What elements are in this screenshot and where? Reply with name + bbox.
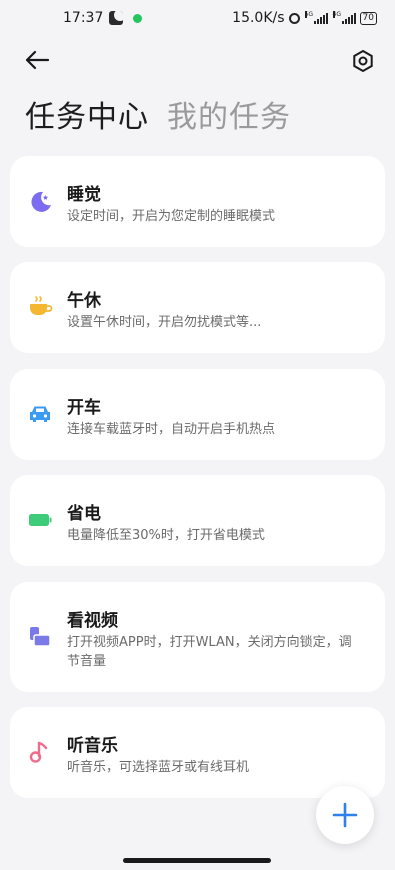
- status-bar: 17:37 15.0K/s 5G 4G 70: [0, 0, 395, 38]
- task-title: 午休: [67, 291, 101, 311]
- plus-icon: [332, 802, 358, 828]
- task-title: 看视频: [67, 611, 118, 631]
- status-right: 15.0K/s 5G 4G 70: [232, 10, 377, 26]
- add-task-button[interactable]: [316, 786, 374, 844]
- task-card-power-saving[interactable]: 省电 电量降低至30%时，打开省电模式: [10, 475, 385, 566]
- music-note-icon: [26, 738, 54, 766]
- back-button[interactable]: [22, 48, 52, 72]
- settings-button[interactable]: [350, 48, 376, 74]
- network-speed: 15.0K/s: [232, 10, 285, 26]
- video-rotate-icon: [26, 623, 54, 651]
- tab-bar: 任务中心 我的任务: [25, 92, 291, 136]
- battery-indicator: 70: [359, 11, 377, 25]
- task-card-music[interactable]: 听音乐 听音乐，可选择蓝牙或有线耳机: [10, 707, 385, 798]
- task-card-driving[interactable]: 开车 连接车载蓝牙时，自动开启手机热点: [10, 369, 385, 460]
- task-card-video[interactable]: 看视频 打开视频APP时，打开WLAN，关闭方向锁定，调节音量: [10, 582, 385, 692]
- dnd-moon-icon: [109, 11, 124, 25]
- signal-5g-icon: 5G: [304, 10, 328, 24]
- task-desc: 连接车载蓝牙时，自动开启手机热点: [67, 422, 276, 437]
- notification-dot-icon: [133, 13, 143, 23]
- task-title: 开车: [67, 398, 101, 418]
- signal-4g-icon: 4G: [332, 10, 356, 24]
- task-desc: 电量降低至30%时，打开省电模式: [67, 528, 265, 543]
- status-time: 17:37: [63, 10, 104, 26]
- arrow-left-icon: [25, 50, 50, 70]
- task-card-nap[interactable]: 午休 设置午休时间，开启勿扰模式等...: [10, 262, 385, 353]
- task-desc: 设置午休时间，开启勿扰模式等...: [67, 315, 262, 330]
- signal-5g-label: 5G: [304, 10, 314, 18]
- moon-icon: [26, 187, 54, 215]
- car-icon: [26, 400, 54, 428]
- task-card-sleep[interactable]: 睡觉 设定时间，开启为您定制的睡眠模式: [10, 156, 385, 247]
- task-title: 睡觉: [67, 185, 101, 205]
- status-left: 17:37: [63, 10, 143, 26]
- task-title: 听音乐: [67, 736, 118, 756]
- battery-icon: [26, 506, 54, 534]
- task-title: 省电: [67, 504, 101, 524]
- hexagon-gear-icon: [353, 49, 373, 73]
- task-desc: 设定时间，开启为您定制的睡眠模式: [67, 209, 276, 224]
- signal-4g-label: 4G: [332, 10, 342, 18]
- task-desc: 打开视频APP时，打开WLAN，关闭方向锁定，调节音量: [67, 635, 352, 669]
- tab-task-center[interactable]: 任务中心: [25, 92, 149, 136]
- tab-my-tasks[interactable]: 我的任务: [167, 92, 291, 136]
- task-desc: 听音乐，可选择蓝牙或有线耳机: [67, 760, 250, 775]
- home-indicator[interactable]: [123, 858, 271, 863]
- alarm-icon: [288, 12, 300, 24]
- coffee-cup-icon: [26, 293, 54, 321]
